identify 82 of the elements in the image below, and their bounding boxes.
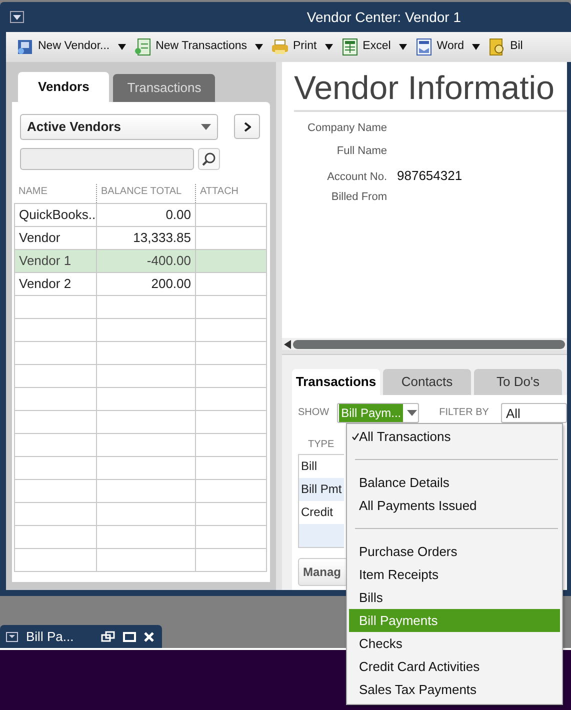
- dropdown-icon: [13, 14, 21, 20]
- show-dropdown[interactable]: Bill Paym...: [337, 402, 420, 422]
- filter-label: FILTER BY: [439, 406, 489, 420]
- table-row[interactable]: QuickBooks... 0.00: [14, 203, 266, 226]
- menu-item[interactable]: All Transactions: [349, 425, 560, 448]
- spreadsheet-icon: [340, 38, 359, 56]
- field-value: 987654321: [397, 166, 462, 185]
- menu-item[interactable]: Bills: [349, 586, 560, 609]
- table-cell: Vendor 2: [14, 272, 96, 295]
- dropdown-icon: [6, 632, 18, 642]
- panel-title: Vendor Informatio: [294, 68, 567, 112]
- caret-icon: [407, 410, 418, 416]
- toolbar-button[interactable]: New Transactions: [132, 38, 266, 56]
- menu-item[interactable]: Balance Details: [349, 471, 560, 494]
- table-row: [299, 524, 344, 546]
- caret-icon: [118, 44, 126, 50]
- field-label: Billed From: [330, 190, 387, 205]
- vendor-filter-dropdown[interactable]: Active Vendors: [20, 114, 218, 140]
- restore-icon: [101, 631, 115, 642]
- menu-item[interactable]: Credit Card Activities: [349, 655, 560, 678]
- caret-icon: [398, 44, 407, 50]
- menu-item[interactable]: Purchase Orders: [349, 540, 560, 563]
- tab[interactable]: Transactions: [113, 74, 216, 102]
- table-row[interactable]: Vendor 2 200.00: [14, 272, 266, 295]
- table-cell: Vendor 1: [14, 249, 96, 272]
- table-row[interactable]: Vendor 1 -400.00: [14, 249, 266, 272]
- caret-icon: [255, 44, 264, 50]
- tab[interactable]: Vendors: [18, 72, 110, 102]
- window-title: Bill Pa...: [26, 628, 74, 646]
- document-icon: [488, 38, 506, 56]
- column-header[interactable]: NAME: [18, 186, 48, 196]
- toolbar-button[interactable]: Print: [269, 38, 335, 56]
- tab[interactable]: Transactions: [292, 369, 380, 394]
- maximize-icon: [123, 632, 136, 642]
- table-cell-text: Bill: [300, 458, 318, 475]
- search-field[interactable]: [20, 148, 194, 170]
- caret-icon: [324, 44, 333, 50]
- toolbar-button[interactable]: Word: [412, 38, 482, 56]
- menu-item[interactable]: Checks: [349, 632, 560, 655]
- manage-button[interactable]: Manag: [298, 558, 348, 586]
- window-title: Vendor Center: Vendor 1: [306, 8, 461, 26]
- caret-icon: [472, 44, 480, 50]
- table-cell: -400.00: [96, 249, 196, 272]
- toolbar-button[interactable]: Excel: [338, 38, 409, 56]
- table-cell: Bill Pmt: [299, 478, 344, 500]
- expand-button[interactable]: [234, 114, 260, 138]
- minimized-window[interactable]: Bill Pa...: [0, 625, 162, 648]
- menu-item[interactable]: All Payments Issued: [349, 494, 560, 517]
- table-cell: QuickBooks...: [14, 203, 96, 226]
- search-button[interactable]: [198, 148, 220, 170]
- check-icon: [352, 433, 359, 440]
- table-cell: 13,333.85: [96, 226, 196, 249]
- table-cell-text: Credit: [300, 504, 334, 521]
- menu-item[interactable]: Bill Payments: [349, 609, 560, 632]
- toolbar-button[interactable]: Bil: [486, 38, 525, 56]
- toolbar-button[interactable]: New Vendor...: [14, 38, 128, 56]
- search-icon: [202, 152, 216, 166]
- field-label: Account No.: [326, 170, 387, 185]
- table-cell: Vendor: [14, 226, 96, 249]
- filter-dropdown[interactable]: All: [500, 402, 567, 422]
- spreadsheet-icon: [134, 38, 152, 56]
- field-label: Company Name: [306, 120, 387, 136]
- system-menu-button[interactable]: [10, 11, 24, 23]
- close-icon: [144, 632, 154, 642]
- caret-icon: [201, 124, 211, 130]
- table-cell: 200.00: [96, 272, 196, 295]
- vendor-icon: [16, 38, 34, 56]
- field-label: Full Name: [336, 144, 387, 159]
- scrollbar[interactable]: [282, 338, 567, 350]
- chevron-right-icon: [244, 122, 250, 132]
- menu-item[interactable]: Item Receipts: [349, 563, 560, 586]
- printer-icon: [271, 38, 290, 56]
- table-row[interactable]: Vendor 13,333.85: [14, 226, 266, 249]
- table-cell: 0.00: [96, 203, 196, 226]
- show-label: SHOW: [298, 406, 330, 420]
- document-icon: [414, 38, 433, 56]
- tab[interactable]: Contacts: [383, 369, 471, 394]
- tab[interactable]: To Do's: [474, 369, 562, 394]
- column-header[interactable]: ATTACH: [200, 186, 239, 196]
- column-header[interactable]: BALANCE TOTAL: [101, 186, 182, 196]
- menu-item[interactable]: Sales Tax Payments: [349, 678, 560, 701]
- scroll-left-icon: [284, 340, 291, 348]
